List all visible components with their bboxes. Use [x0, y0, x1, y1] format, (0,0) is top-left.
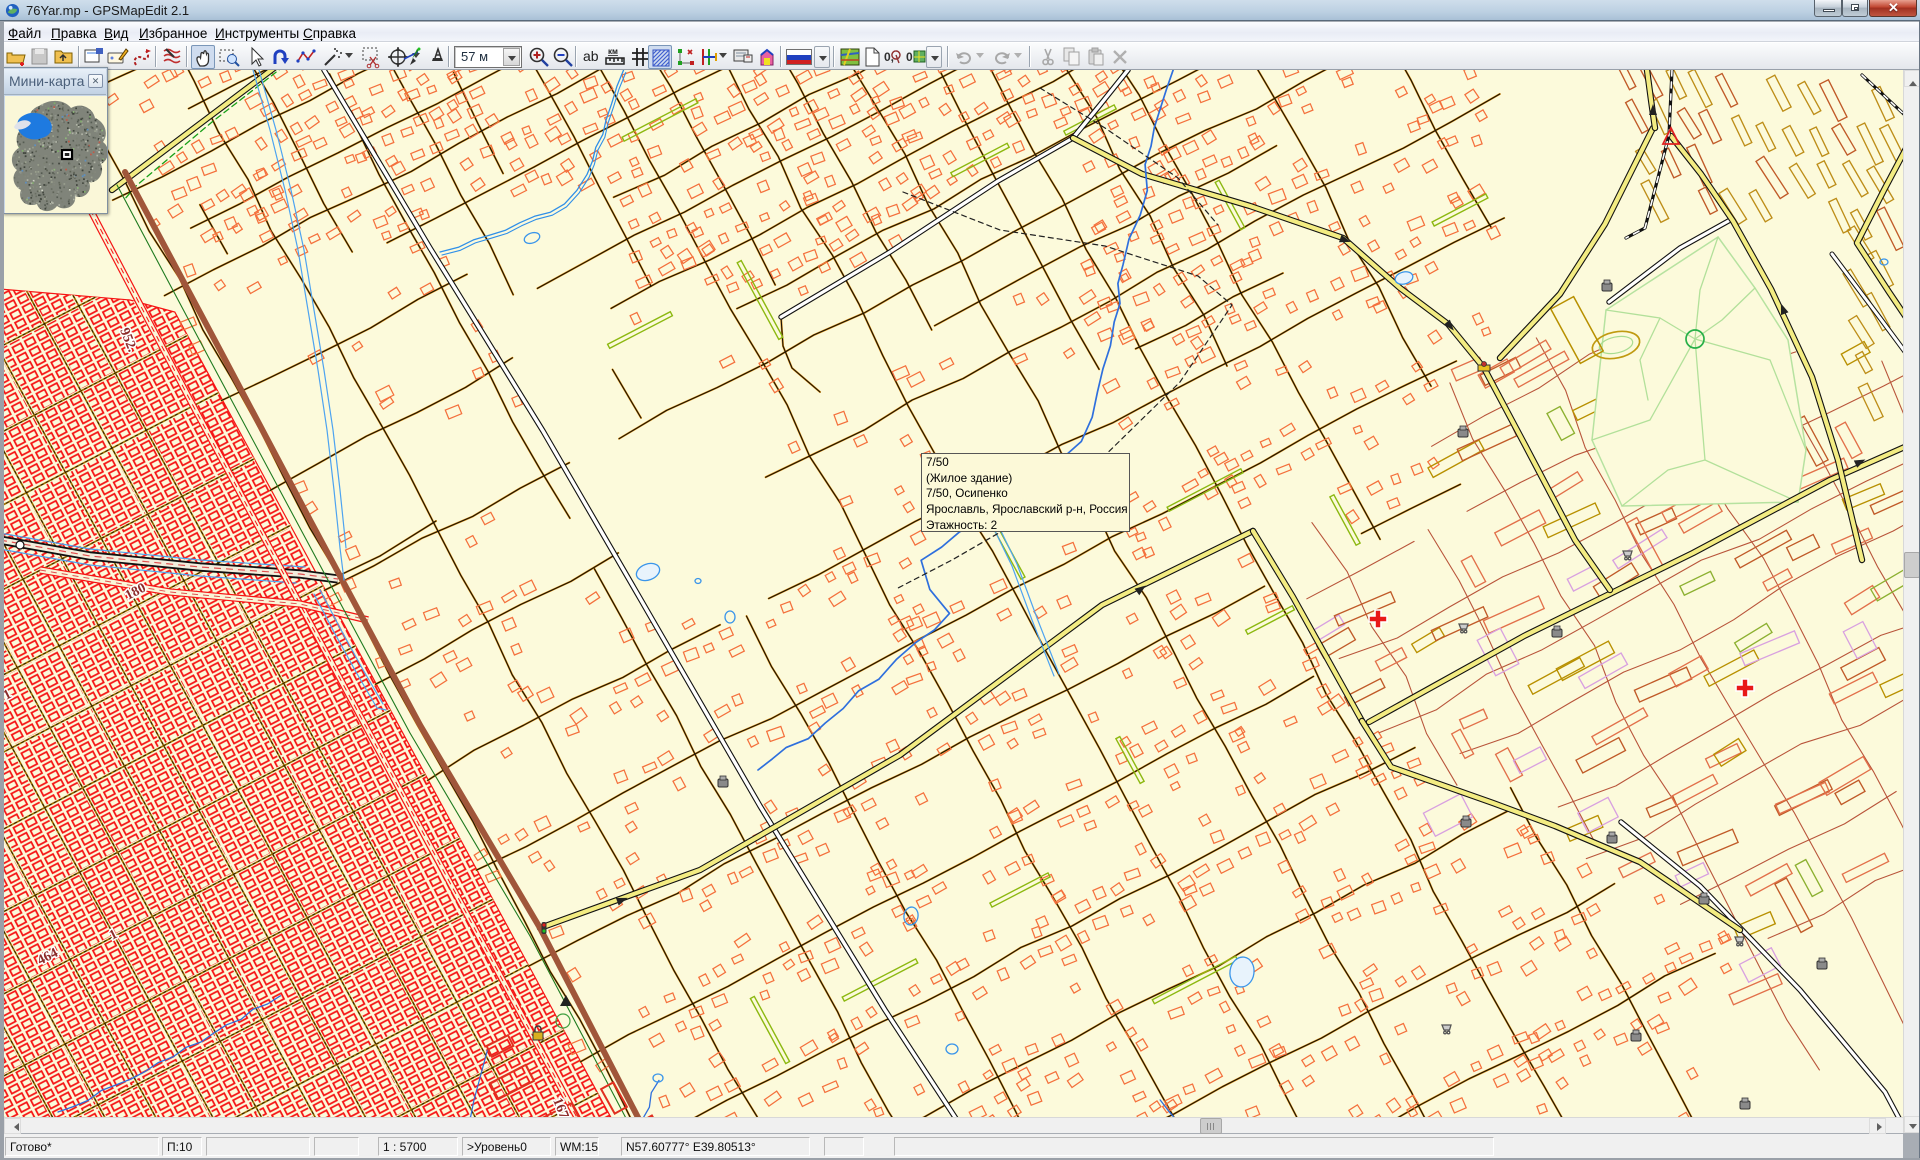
svg-text:0: 0 [906, 50, 913, 64]
svg-text:км: км [608, 47, 618, 56]
